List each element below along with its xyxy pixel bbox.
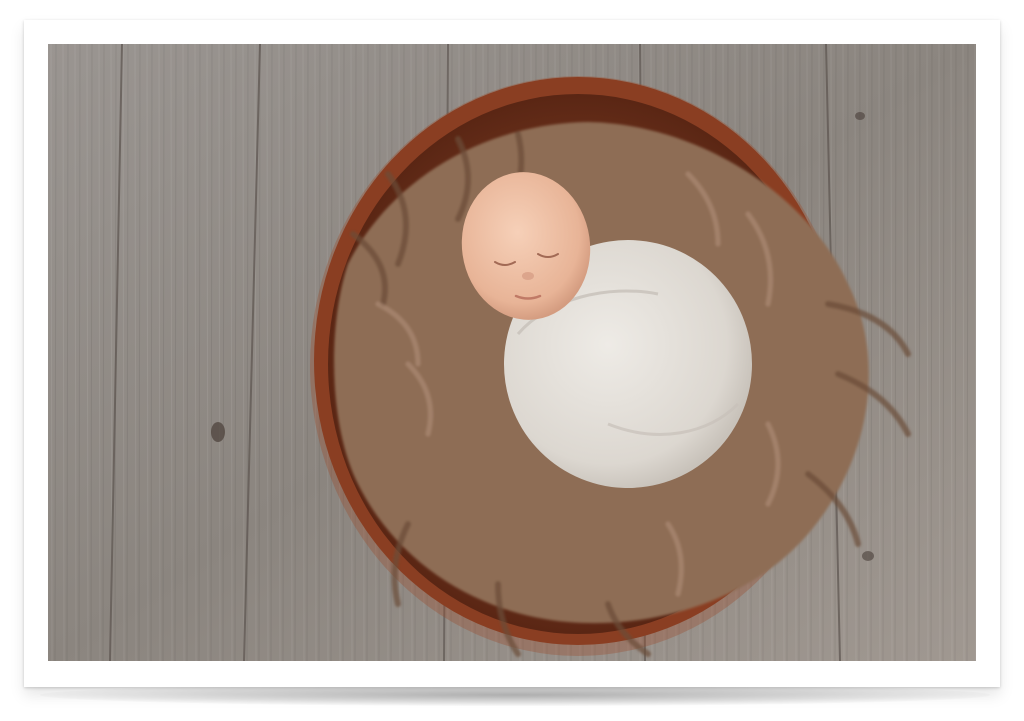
photo-illustration [48, 44, 976, 661]
image-stage [0, 0, 1024, 721]
print-drop-shadow [40, 684, 990, 706]
newborn-photo [48, 44, 976, 661]
